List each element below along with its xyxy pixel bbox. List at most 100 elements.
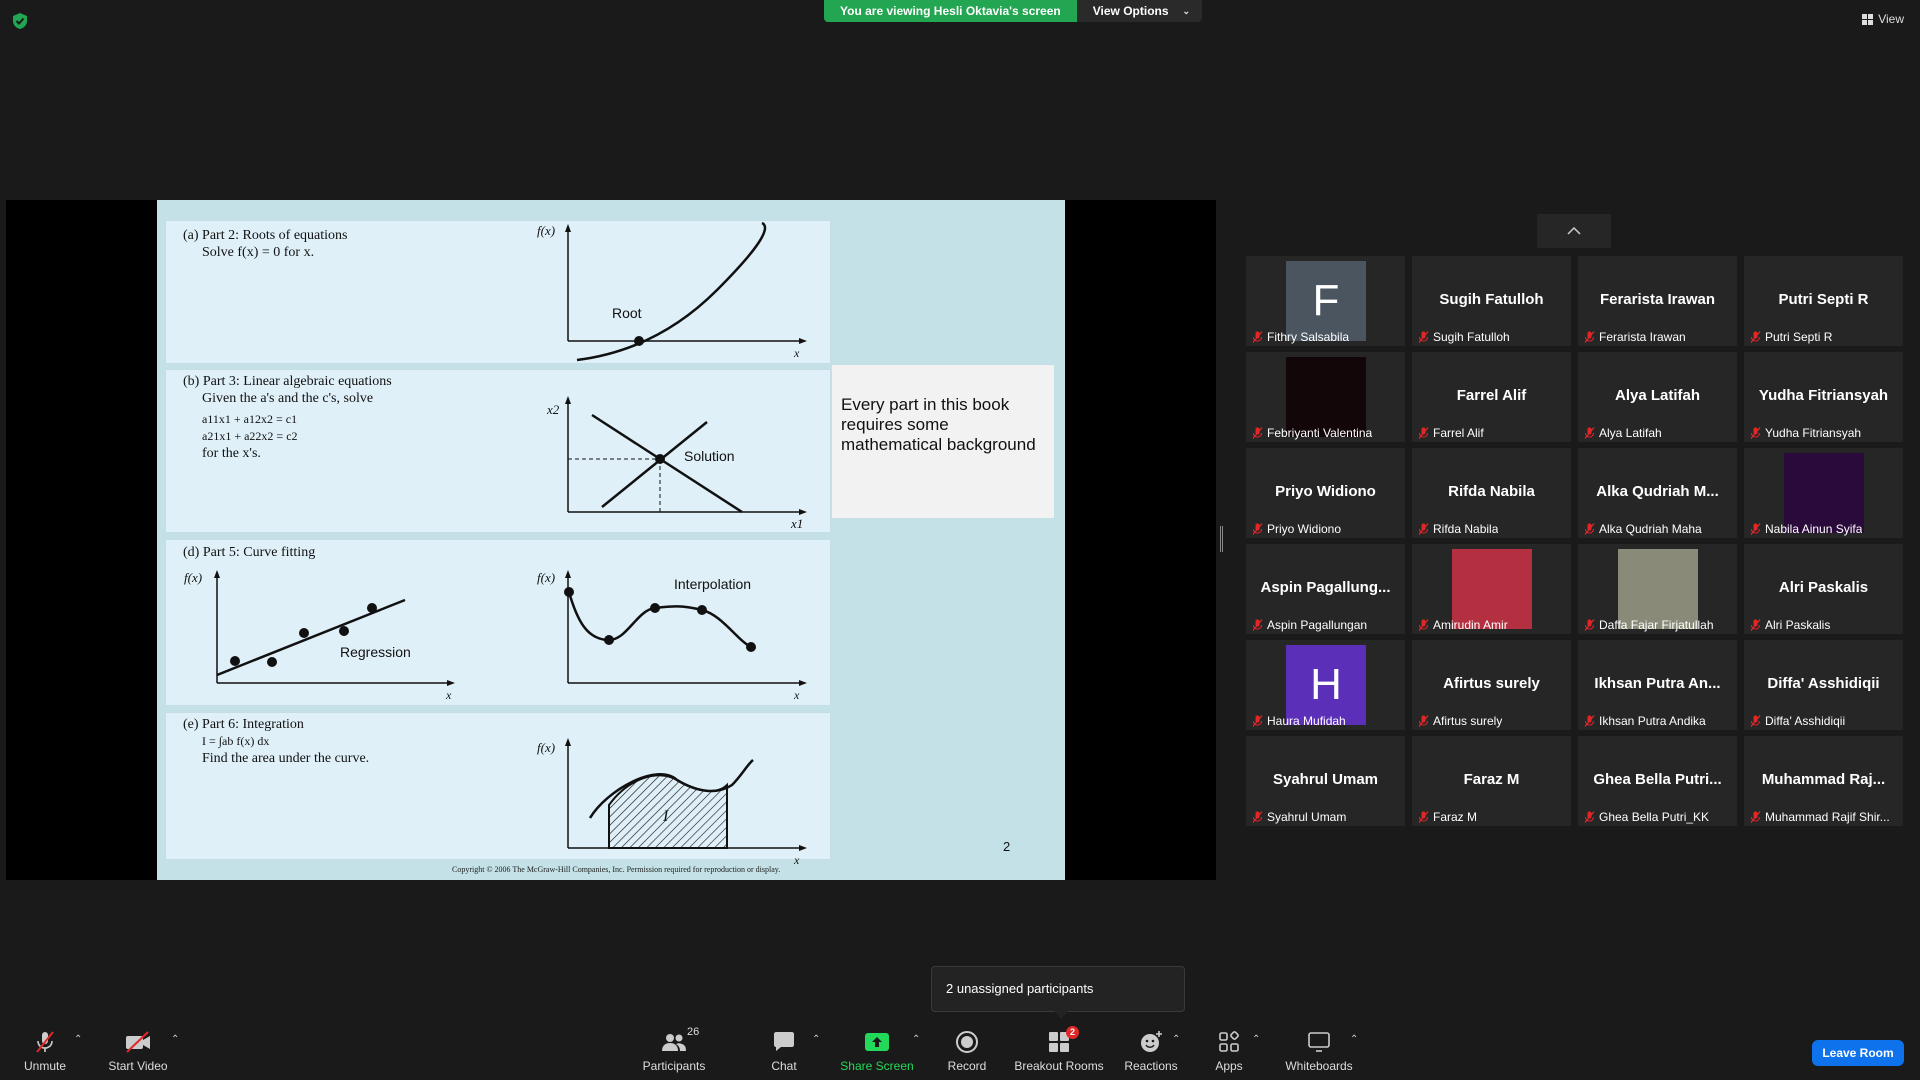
participant-tile[interactable]: Alya Latifah Alya Latifah — [1578, 352, 1737, 442]
participant-name-label: Rifda Nabila — [1418, 522, 1498, 536]
participant-name-label: Diffa' Asshidiqii — [1750, 714, 1845, 728]
chat-icon — [774, 1032, 794, 1051]
microphone-muted-icon — [1418, 811, 1429, 823]
participant-tile[interactable]: Diffa' Asshidiqii Diffa' Asshidiqii — [1744, 640, 1903, 730]
participants-count: 26 — [687, 1026, 700, 1038]
chat-options-caret[interactable]: ⌃ — [812, 1034, 820, 1045]
grid-view-icon — [1862, 13, 1874, 25]
microphone-muted-icon — [1584, 715, 1595, 727]
participant-tile[interactable]: Rifda Nabila Rifda Nabila — [1412, 448, 1571, 538]
apps-options-caret[interactable]: ⌃ — [1252, 1034, 1260, 1045]
participant-display-name: Rifda Nabila — [1448, 483, 1535, 500]
participant-display-name: Diffa' Asshidiqii — [1767, 675, 1880, 692]
chat-button[interactable]: Chat — [764, 1020, 804, 1080]
reactions-button[interactable]: Reactions — [1124, 1020, 1178, 1080]
participant-tile[interactable]: Nabila Ainun Syifa — [1744, 448, 1903, 538]
participant-tile[interactable]: Priyo Widiono Priyo Widiono — [1246, 448, 1405, 538]
leave-room-button[interactable]: Leave Room — [1812, 1040, 1904, 1066]
participant-tile[interactable]: Syahrul Umam Syahrul Umam — [1246, 736, 1405, 826]
participant-name-label: Amirudin Amir — [1418, 618, 1508, 632]
participant-display-name: Faraz M — [1463, 771, 1520, 788]
chat-label: Chat — [771, 1059, 797, 1073]
participant-avatar — [1784, 453, 1864, 533]
unmute-button[interactable]: Unmute — [20, 1020, 70, 1080]
microphone-muted-icon — [36, 1031, 54, 1053]
participant-name-text: Sugih Fatulloh — [1433, 330, 1510, 344]
participant-tile[interactable]: Yudha Fitriansyah Yudha Fitriansyah — [1744, 352, 1903, 442]
participant-name-label: Sugih Fatulloh — [1418, 330, 1510, 344]
audio-options-caret[interactable]: ⌃ — [74, 1034, 82, 1045]
participant-display-name: Muhammad Raj... — [1761, 771, 1886, 788]
participant-name-label: Faraz M — [1418, 810, 1477, 824]
share-options-caret[interactable]: ⌃ — [912, 1034, 920, 1045]
participant-tile[interactable]: Muhammad Raj... Muhammad Rajif Shir... — [1744, 736, 1903, 826]
whiteboards-button[interactable]: Whiteboards — [1284, 1020, 1354, 1080]
participants-icon — [662, 1034, 686, 1051]
participant-display-name: Alri Paskalis — [1778, 579, 1869, 596]
microphone-muted-icon — [1750, 619, 1761, 631]
participant-display-name: Ghea Bella Putri... — [1593, 771, 1722, 788]
participant-name-text: Febriyanti Valentina — [1267, 426, 1373, 440]
participant-display-name: Ikhsan Putra An... — [1594, 675, 1721, 692]
participant-name-label: Syahrul Umam — [1252, 810, 1346, 824]
participant-name-text: Alya Latifah — [1599, 426, 1662, 440]
participant-tile[interactable]: H Haura Mufidah — [1246, 640, 1405, 730]
whiteboard-icon — [1308, 1032, 1330, 1052]
microphone-muted-icon — [1750, 523, 1761, 535]
participant-name-text: Amirudin Amir — [1433, 618, 1508, 632]
participant-tile[interactable]: Afirtus surely Afirtus surely — [1412, 640, 1571, 730]
reactions-options-caret[interactable]: ⌃ — [1172, 1034, 1180, 1045]
view-options-button[interactable]: View Options ⌄ — [1076, 0, 1203, 22]
start-video-button[interactable]: Start Video — [106, 1020, 170, 1080]
participant-name-text: Nabila Ainun Syifa — [1765, 522, 1863, 536]
participant-display-name: Afirtus surely — [1443, 675, 1540, 692]
participant-tile[interactable]: Faraz M Faraz M — [1412, 736, 1571, 826]
participant-display-name: Yudha Fitriansyah — [1758, 387, 1889, 404]
participant-name-text: Diffa' Asshidiqii — [1765, 714, 1846, 728]
video-options-caret[interactable]: ⌃ — [171, 1034, 179, 1045]
participant-tile[interactable]: Alka Qudriah M... Alka Qudriah Maha — [1578, 448, 1737, 538]
microphone-muted-icon — [1252, 331, 1263, 343]
whiteboards-options-caret[interactable]: ⌃ — [1350, 1034, 1358, 1045]
record-button[interactable]: Record — [945, 1020, 989, 1080]
participant-tile[interactable]: Putri Septi R Putri Septi R — [1744, 256, 1903, 346]
participants-label: Participants — [642, 1059, 706, 1073]
gallery-scroll-up-button[interactable] — [1537, 214, 1611, 248]
view-button[interactable]: View — [1862, 12, 1904, 26]
participant-name-label: Daffa Fajar Firjatullah — [1584, 618, 1714, 632]
microphone-muted-icon — [1252, 523, 1263, 535]
slide-page-number: 2 — [1003, 839, 1011, 854]
participant-tile[interactable]: Aspin Pagallung... Aspin Pagallungan — [1246, 544, 1405, 634]
participant-tile[interactable]: Ikhsan Putra An... Ikhsan Putra Andika — [1578, 640, 1737, 730]
participant-display-name: Alka Qudriah M... — [1596, 483, 1719, 500]
participant-tile[interactable]: Ghea Bella Putri... Ghea Bella Putri_KK — [1578, 736, 1737, 826]
participant-name-label: Alri Paskalis — [1750, 618, 1830, 632]
participants-button[interactable]: 26 Participants — [641, 1020, 707, 1080]
participant-display-name: Aspin Pagallung... — [1260, 579, 1391, 596]
participant-tile[interactable]: Febriyanti Valentina — [1246, 352, 1405, 442]
breakout-rooms-button[interactable]: 2 Breakout Rooms — [1012, 1020, 1106, 1080]
meeting-window: You are viewing Hesli Oktavia's screen V… — [0, 0, 1920, 1080]
integration-fx-axis-label: f(x) — [537, 740, 555, 755]
participant-tile[interactable]: Amirudin Amir — [1412, 544, 1571, 634]
share-screen-button[interactable]: Share Screen — [840, 1020, 914, 1080]
panel-resize-handle[interactable] — [1220, 526, 1223, 552]
participant-tile[interactable]: Ferarista Irawan Ferarista Irawan — [1578, 256, 1737, 346]
microphone-muted-icon — [1750, 427, 1761, 439]
microphone-muted-icon — [1418, 619, 1429, 631]
microphone-muted-icon — [1418, 427, 1429, 439]
microphone-muted-icon — [1750, 715, 1761, 727]
participant-name-label: Aspin Pagallungan — [1252, 618, 1367, 632]
participant-tile[interactable]: Farrel Alif Farrel Alif — [1412, 352, 1571, 442]
participant-tile[interactable]: Alri Paskalis Alri Paskalis — [1744, 544, 1903, 634]
security-shield-icon[interactable] — [12, 12, 28, 30]
participant-name-text: Farrel Alif — [1433, 426, 1484, 440]
participant-tile[interactable]: F Fithry Salsabila — [1246, 256, 1405, 346]
participant-tile[interactable]: Sugih Fatulloh Sugih Fatulloh — [1412, 256, 1571, 346]
participant-tile[interactable]: Daffa Fajar Firjatullah — [1578, 544, 1737, 634]
participant-name-label: Muhammad Rajif Shir... — [1750, 810, 1890, 824]
microphone-muted-icon — [1750, 811, 1761, 823]
share-screen-icon — [865, 1033, 889, 1051]
participant-avatar — [1452, 549, 1532, 629]
apps-button[interactable]: Apps — [1212, 1020, 1246, 1080]
